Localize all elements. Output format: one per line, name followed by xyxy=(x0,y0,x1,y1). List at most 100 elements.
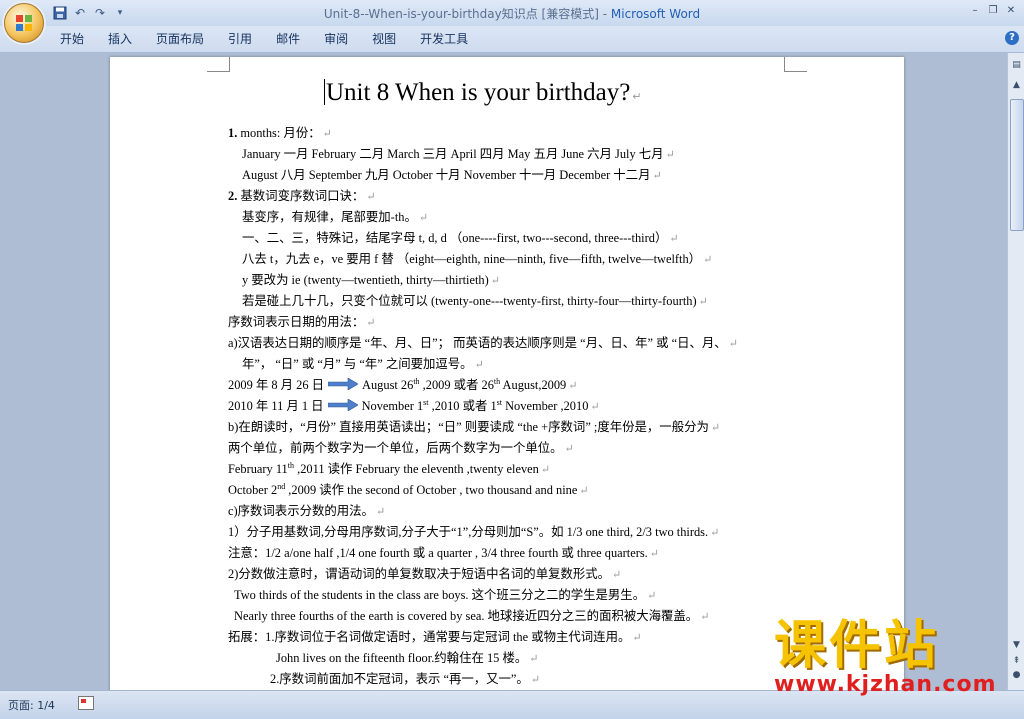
window-title: Unit-8--When-is-your-birthday知识点 [兼容模式] … xyxy=(0,5,1024,22)
document-line[interactable]: Two thirds of the students in the class … xyxy=(234,585,656,603)
line-text: October 2nd ,2009 读作 the second of Octob… xyxy=(228,481,578,497)
arrow-right-icon xyxy=(328,378,359,390)
paragraph-mark: ↵ xyxy=(568,380,578,392)
restore-icon[interactable]: ❐ xyxy=(984,2,1002,18)
document-line[interactable]: b)在朗读时，“月份” 直接用英语读出；“日” 则要读成 “the +序数词” … xyxy=(228,417,720,435)
close-icon[interactable]: ✕ xyxy=(1002,2,1020,18)
paragraph-mark: ↵ xyxy=(322,128,332,140)
document-line[interactable]: 八去 t，九去 e，ve 要用 f 替 （eight—eighth, nine—… xyxy=(242,249,712,267)
arrow-right-icon xyxy=(327,399,358,411)
ribbon-tab[interactable]: 开始 xyxy=(48,31,96,47)
document-line[interactable]: y 要改为 ie (twenty—twentieth, thirty—thirt… xyxy=(242,270,500,288)
document-line[interactable]: 2. 基数词变序数词口诀： ↵ xyxy=(228,186,376,204)
paragraph-mark: ↵ xyxy=(652,170,662,182)
crop-mark-top-left xyxy=(207,57,230,72)
paragraph-mark: ↵ xyxy=(632,632,642,644)
document-line[interactable]: c)序数词表示分数的用法。 ↵ xyxy=(228,501,385,519)
line-text: 两个单位，前两个数字为一个单位，后两个数字为一个单位。 xyxy=(228,441,563,455)
paragraph-mark: ↵ xyxy=(590,401,600,413)
scroll-thumb[interactable] xyxy=(1010,99,1024,231)
proofing-icon[interactable] xyxy=(78,696,94,710)
document-page[interactable]: Unit 8 When is your birthday? ↵ 1. months… xyxy=(110,57,904,690)
paragraph-mark: ↵ xyxy=(579,485,589,497)
document-line[interactable]: 序数词表示日期的用法： ↵ xyxy=(228,312,376,330)
line-text: 一、二、三，特殊记，结尾字母 t, d, d （one----first, tw… xyxy=(242,231,668,245)
line-text: b)在朗读时，“月份” 直接用英语读出；“日” 则要读成 “the +序数词” … xyxy=(228,420,709,434)
document-line[interactable]: 一、二、三，特殊记，结尾字母 t, d, d （one----first, tw… xyxy=(242,228,679,246)
line-text: 序数词表示日期的用法： xyxy=(228,315,365,329)
document-line[interactable]: October 2nd ,2009 读作 the second of Octob… xyxy=(228,480,589,498)
crop-mark-top-right xyxy=(784,57,807,72)
office-logo-icon xyxy=(16,15,32,31)
paragraph-mark: ↵ xyxy=(529,653,539,665)
ribbon-tab[interactable]: 引用 xyxy=(216,31,264,47)
document-line[interactable]: January 一月 February 二月 March 三月 April 四月… xyxy=(242,144,675,162)
ribbon-tab[interactable]: 开发工具 xyxy=(408,31,480,47)
document-line[interactable]: 1. months: 月份： ↵ xyxy=(228,123,332,141)
ribbon-tab[interactable]: 邮件 xyxy=(264,31,312,47)
title-separator: - xyxy=(598,7,611,21)
document-line[interactable]: 注意：1/2 a/one half ,1/4 one fourth 或 a qu… xyxy=(228,543,659,561)
date-example: November 1st ,2010 或者 1st November ,2010 xyxy=(361,397,589,413)
document-line[interactable]: John lives on the fifteenth floor.约翰住在 1… xyxy=(276,648,538,666)
ribbon-tab[interactable]: 插入 xyxy=(96,31,144,47)
scroll-up-icon[interactable]: ▲ xyxy=(1009,77,1024,92)
watermark-title: 课件站 xyxy=(774,616,940,676)
paragraph-mark: ↵ xyxy=(366,317,376,329)
line-text: y 要改为 ie (twenty—twentieth, thirty—thirt… xyxy=(242,273,489,287)
paragraph-mark: ↵ xyxy=(540,464,551,476)
help-icon[interactable]: ? xyxy=(1005,31,1019,45)
document-name: Unit-8--When-is-your-birthday知识点 [兼容模式] xyxy=(323,7,599,21)
paragraph-mark: ↵ xyxy=(649,548,659,560)
paragraph-mark: ↵ xyxy=(632,91,642,103)
text-cursor xyxy=(324,79,325,105)
office-button[interactable] xyxy=(4,3,44,43)
paragraph-mark: ↵ xyxy=(710,527,720,539)
line-text: 2009 年 8 月 26 日 xyxy=(228,378,325,392)
line-text: 拓展：1.序数词位于名词做定语时，通常要与定冠词 the 或物主代词连用。 xyxy=(228,630,631,644)
paragraph-mark: ↵ xyxy=(669,233,679,245)
vertical-scrollbar[interactable]: ▤ ▲ ▼ ⇞ ● xyxy=(1007,53,1024,690)
document-line[interactable]: 两个单位，前两个数字为一个单位，后两个数字为一个单位。 ↵ xyxy=(228,438,574,456)
document-line[interactable]: 2.序数词前面加不定冠词，表示 “再一，又一”。 ↵ xyxy=(270,669,540,687)
line-text: February 11th ,2011 读作 February the elev… xyxy=(228,460,539,476)
document-line[interactable]: 拓展：1.序数词位于名词做定语时，通常要与定冠词 the 或物主代词连用。 ↵ xyxy=(228,627,642,645)
document-line[interactable]: 2010 年 11 月 1 日 November 1st ,2010 或者 1st… xyxy=(228,396,600,414)
line-text: Nearly three fourths of the earth is cov… xyxy=(234,609,699,623)
page-count[interactable]: 页面: 1/4 xyxy=(8,697,55,713)
ribbon-tabs: 开始 插入 页面布局 引用 邮件 审阅 视图 开发工具 xyxy=(48,31,480,47)
paragraph-mark: ↵ xyxy=(612,569,622,581)
document-line[interactable]: 2009 年 8 月 26 日 August 26th ,2009 或者 26th… xyxy=(228,375,577,393)
ribbon-tab[interactable]: 审阅 xyxy=(312,31,360,47)
minimize-icon[interactable]: – xyxy=(966,2,984,18)
document-line[interactable]: August 八月 September 九月 October 十月 Novemb… xyxy=(242,165,662,183)
document-line[interactable]: February 11th ,2011 读作 February the elev… xyxy=(228,459,550,477)
document-line[interactable]: 1）分子用基数词,分母用序数词,分子大于“1”,分母则加“S”。如 1/3 on… xyxy=(228,522,719,540)
title-bar: ↶ ↷ ▾ Unit-8--When-is-your-birthday知识点 [… xyxy=(0,0,1024,26)
document-line[interactable]: 若是碰上几十几，只变个位就可以 (twenty-one---twenty-fir… xyxy=(242,291,708,309)
paragraph-mark: ↵ xyxy=(647,590,657,602)
line-text: 注意：1/2 a/one half ,1/4 one fourth 或 a qu… xyxy=(228,546,648,560)
ribbon-tab[interactable]: 视图 xyxy=(360,31,408,47)
document-line[interactable]: 2)分数做注意时，谓语动词的单复数取决于短语中名词的单复数形式。 ↵ xyxy=(228,564,621,582)
document-line[interactable]: 基变序，有规律，尾部要加-th。 ↵ xyxy=(242,207,428,225)
document-line[interactable]: 年”， “日” 或 “月” 与 “年” 之间要加逗号。 ↵ xyxy=(242,354,484,372)
ribbon-tab[interactable]: 页面布局 xyxy=(144,31,216,47)
line-text: 2. 基数词变序数词口诀： xyxy=(228,189,365,203)
line-text: a)汉语表达日期的顺序是 “年、月、日”； 而英语的表达顺序则是 “月、日、年”… xyxy=(228,336,727,350)
paragraph-mark: ↵ xyxy=(375,506,386,518)
ruler-toggle-icon[interactable]: ▤ xyxy=(1009,57,1024,72)
line-text: 若是碰上几十几，只变个位就可以 (twenty-one---twenty-fir… xyxy=(242,294,697,308)
paragraph-mark: ↵ xyxy=(490,275,500,287)
document-workspace: Unit 8 When is your birthday? ↵ 1. months… xyxy=(0,53,1007,690)
paragraph-mark: ↵ xyxy=(366,191,376,203)
document-line[interactable]: a)汉语表达日期的顺序是 “年、月、日”； 而英语的表达顺序则是 “月、日、年”… xyxy=(228,333,738,351)
document-line[interactable]: Nearly three fourths of the earth is cov… xyxy=(234,606,709,624)
line-text: c)序数词表示分数的用法。 xyxy=(228,504,374,518)
date-example: August 26th ,2009 或者 26th August,2009 xyxy=(362,376,567,392)
line-text: 基变序，有规律，尾部要加-th。 xyxy=(242,210,417,224)
paragraph-mark: ↵ xyxy=(418,212,429,224)
document-heading[interactable]: Unit 8 When is your birthday? ↵ xyxy=(324,79,642,107)
watermark-logo: 课件站 www.kjzhan.com xyxy=(770,616,1016,702)
paragraph-mark: ↵ xyxy=(698,296,708,308)
